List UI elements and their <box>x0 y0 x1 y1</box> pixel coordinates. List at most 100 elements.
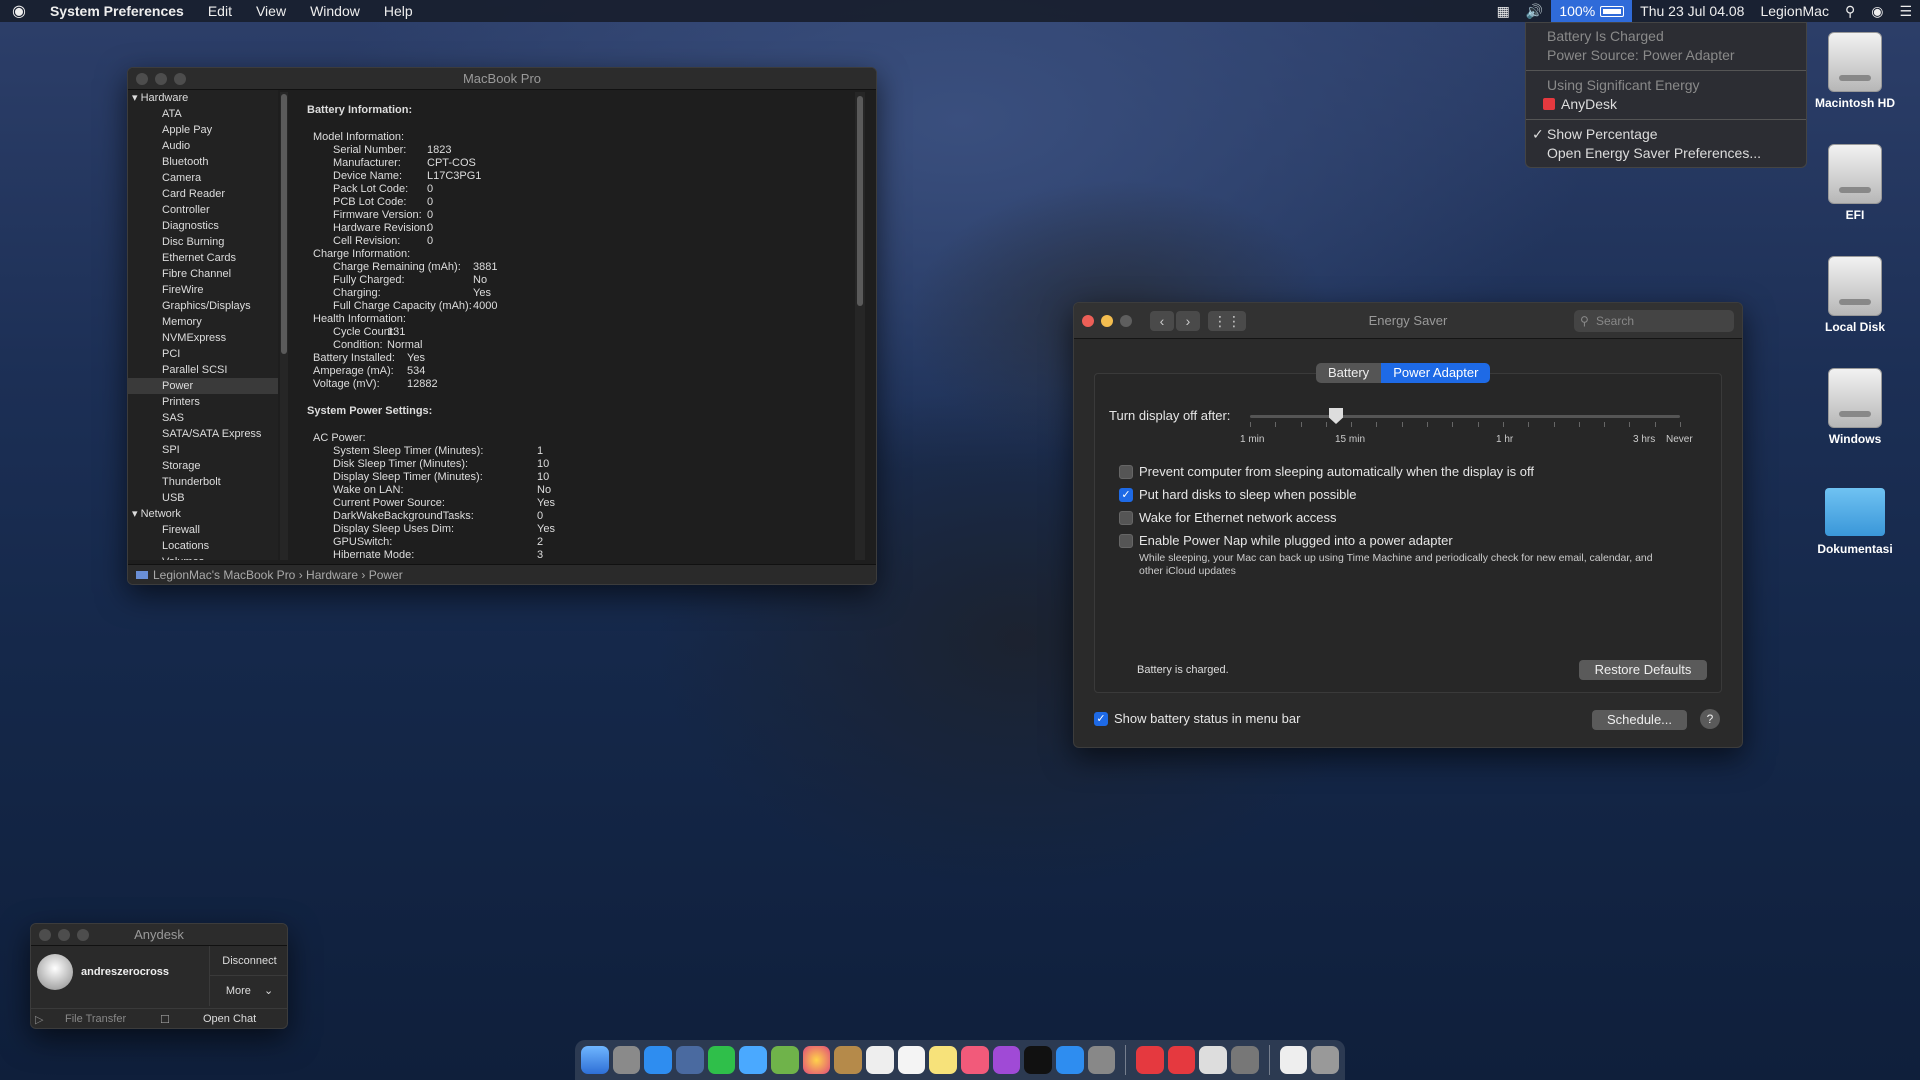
close-button[interactable] <box>1082 314 1094 327</box>
close-button[interactable] <box>39 928 51 941</box>
sidebar-item[interactable]: Controller <box>128 202 278 218</box>
desktop-icon-local-disk[interactable]: Local Disk <box>1795 256 1915 334</box>
content-scrollbar[interactable] <box>855 92 865 560</box>
option-disk-sleep[interactable]: ✓ Put hard disks to sleep when possible <box>1119 487 1357 502</box>
anydesk-icon[interactable] <box>1136 1046 1164 1074</box>
show-all-grid-icon[interactable]: ⋮⋮ <box>1208 310 1246 331</box>
option-show-battery-status[interactable]: ✓ Show battery status in menu bar <box>1094 711 1300 726</box>
window-toolbar[interactable]: ‹ › ⋮⋮ Energy Saver ⚲ Search <box>1074 303 1742 339</box>
zoom-button[interactable] <box>174 72 186 85</box>
zoom-button[interactable] <box>1120 314 1132 327</box>
user-menu[interactable]: LegionMac <box>1752 3 1837 19</box>
sidebar-item[interactable]: SPI <box>128 442 278 458</box>
sidebar-item[interactable]: USB <box>128 490 278 506</box>
sidebar-item[interactable]: Ethernet Cards <box>128 250 278 266</box>
safari-icon[interactable] <box>644 1046 672 1074</box>
spotlight-search-icon[interactable]: ⚲ <box>1837 3 1863 20</box>
facetime-icon[interactable] <box>707 1046 736 1074</box>
trash-icon[interactable] <box>1311 1046 1340 1074</box>
sidebar-item[interactable]: Parallel SCSI <box>128 362 278 378</box>
menu-edit[interactable]: Edit <box>196 3 244 19</box>
photos-icon[interactable] <box>802 1046 831 1074</box>
tab-battery[interactable]: Battery <box>1316 363 1382 383</box>
notes-icon[interactable] <box>929 1046 957 1074</box>
sidebar-item[interactable]: Diagnostics <box>128 218 278 234</box>
sidebar-group[interactable]: ▾ Network <box>128 506 278 522</box>
sidebar-item[interactable]: Memory <box>128 314 278 330</box>
minimize-button[interactable] <box>155 72 167 85</box>
sidebar-item[interactable]: Locations <box>128 538 278 554</box>
finder-icon[interactable] <box>581 1046 609 1074</box>
system-preferences-icon[interactable] <box>1087 1046 1116 1074</box>
back-icon[interactable]: ‹ <box>1150 310 1174 331</box>
apple-menu-icon[interactable]: ◉ <box>0 1 38 21</box>
activity-monitor-icon[interactable]: ▦ <box>1489 3 1518 20</box>
battery-menu-item[interactable]: 100% <box>1551 0 1633 22</box>
option-prevent-sleep[interactable]: Prevent computer from sleeping automatic… <box>1119 464 1534 479</box>
sidebar-item[interactable]: Firewall <box>128 522 278 538</box>
messages-icon[interactable] <box>739 1046 767 1074</box>
calendar-icon[interactable] <box>865 1046 894 1074</box>
menu-help[interactable]: Help <box>372 3 425 19</box>
reminders-icon[interactable] <box>897 1046 926 1074</box>
sidebar-item[interactable]: Bluetooth <box>128 154 278 170</box>
checkbox[interactable]: ✓ <box>1119 487 1133 502</box>
sidebar-item[interactable]: SATA/SATA Express <box>128 426 278 442</box>
sidebar-item[interactable]: Printers <box>128 394 278 410</box>
automator-icon[interactable] <box>1231 1046 1259 1074</box>
minimize-button[interactable] <box>1101 314 1113 327</box>
desktop-icon-windows[interactable]: Windows <box>1795 368 1915 446</box>
tv-icon[interactable] <box>1024 1046 1052 1074</box>
disconnect-button[interactable]: Disconnect <box>210 946 287 976</box>
sidebar-item[interactable]: ATA <box>128 106 278 122</box>
sidebar-item[interactable]: Camera <box>128 170 278 186</box>
sidebar-group[interactable]: ▾ Hardware <box>128 90 278 106</box>
sidebar-item[interactable]: Card Reader <box>128 186 278 202</box>
desktop-icon-efi[interactable]: EFI <box>1795 144 1915 222</box>
desktop-icon-dokumentasi[interactable]: Dokumentasi <box>1795 480 1915 556</box>
sidebar-item[interactable]: Thunderbolt <box>128 474 278 490</box>
schedule-button[interactable]: Schedule... <box>1592 710 1687 730</box>
disclosure-triangle-icon[interactable]: ▾ <box>132 508 138 520</box>
sidebar-item[interactable]: Apple Pay <box>128 122 278 138</box>
sidebar-item[interactable]: FireWire <box>128 282 278 298</box>
minimize-button[interactable] <box>58 928 70 941</box>
podcasts-icon[interactable] <box>992 1046 1021 1074</box>
sidebar-scrollbar[interactable] <box>280 92 288 560</box>
restore-defaults-button[interactable]: Restore Defaults <box>1579 660 1707 680</box>
option-wake-ethernet[interactable]: Wake for Ethernet network access <box>1119 510 1337 525</box>
tab-power-adapter[interactable]: Power Adapter <box>1381 363 1491 383</box>
forward-icon[interactable]: › <box>1176 310 1200 331</box>
desktop-icon-macintosh-hd[interactable]: Macintosh HD <box>1795 32 1915 110</box>
sidebar-item[interactable]: SAS <box>128 410 278 426</box>
sidebar-item[interactable]: Fibre Channel <box>128 266 278 282</box>
app-store-icon[interactable] <box>1055 1046 1084 1074</box>
disclosure-triangle-icon[interactable]: ▾ <box>132 92 138 104</box>
notification-center-icon[interactable]: ☰ <box>1891 3 1920 20</box>
sidebar-item[interactable]: Disc Burning <box>128 234 278 250</box>
zoom-button[interactable] <box>77 928 89 941</box>
maps-icon[interactable] <box>770 1046 799 1074</box>
sidebar-item[interactable]: Storage <box>128 458 278 474</box>
option-power-nap[interactable]: Enable Power Nap while plugged into a po… <box>1119 533 1453 548</box>
help-button[interactable]: ? <box>1700 709 1720 729</box>
volume-icon[interactable]: 🔊 <box>1518 3 1551 20</box>
open-energy-prefs-item[interactable]: Open Energy Saver Preferences... <box>1526 144 1806 163</box>
significant-energy-app[interactable]: AnyDesk <box>1526 95 1806 114</box>
contacts-icon[interactable] <box>834 1046 862 1074</box>
checkbox[interactable] <box>1119 533 1133 548</box>
search-input[interactable]: ⚲ Search <box>1574 310 1734 332</box>
sidebar-item[interactable]: Graphics/Displays <box>128 298 278 314</box>
checkbox[interactable]: ✓ <box>1094 711 1108 726</box>
music-icon[interactable] <box>960 1046 989 1074</box>
sidebar-item[interactable]: Volumes <box>128 554 278 560</box>
mail-icon[interactable] <box>675 1046 704 1074</box>
datetime[interactable]: Thu 23 Jul 04.08 <box>1632 3 1752 19</box>
show-percentage-item[interactable]: ✓ Show Percentage <box>1526 125 1806 144</box>
window-titlebar[interactable]: MacBook Pro <box>128 68 876 90</box>
siri-icon[interactable]: ◉ <box>1863 3 1891 20</box>
sidebar-item[interactable]: Audio <box>128 138 278 154</box>
anydesk-remote-icon[interactable] <box>1167 1046 1196 1074</box>
more-button[interactable]: More ⌄ <box>210 976 287 1006</box>
file-transfer-button[interactable]: File Transfer <box>65 1013 126 1025</box>
